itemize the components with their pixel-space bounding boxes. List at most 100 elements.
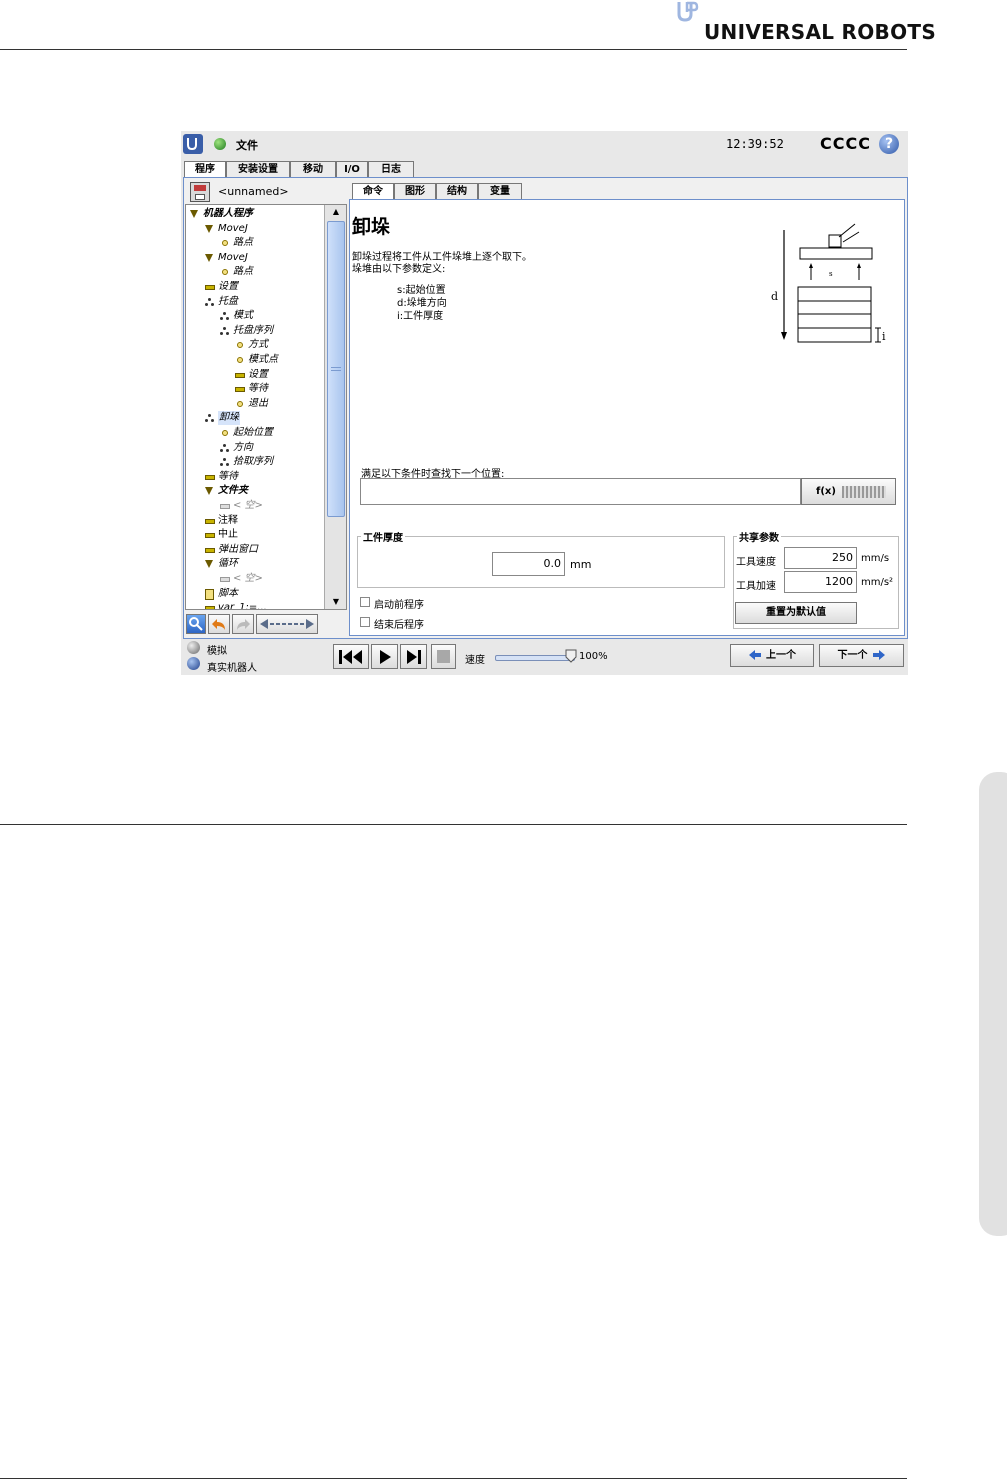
thickness-title: 工件厚度 — [361, 529, 405, 544]
tab-move[interactable]: 移动 — [290, 161, 336, 178]
speed-label: 速度 — [465, 655, 485, 666]
magnifier-icon — [189, 617, 203, 631]
tree-node-label: 等待 — [218, 470, 238, 482]
dash-icon — [220, 577, 230, 582]
shared-params-title: 共享参数 — [737, 529, 781, 544]
undo-button[interactable] — [208, 614, 230, 634]
chapter-side-tab — [979, 772, 1007, 1236]
tree-node-label: 设置 — [248, 368, 268, 380]
subtab-graphics[interactable]: 图形 — [394, 183, 436, 200]
expression-button[interactable]: f(x) — [801, 478, 896, 505]
tree-node[interactable]: 路点 — [186, 265, 324, 279]
stop-button[interactable] — [431, 644, 456, 669]
tree-node[interactable]: 卸垛 — [186, 411, 324, 426]
condition-input[interactable] — [360, 478, 801, 505]
tree-node[interactable]: 设置 — [186, 280, 324, 294]
tree-node[interactable]: 方式 — [186, 338, 324, 352]
tree-node[interactable]: 脚本 — [186, 587, 324, 601]
tab-program[interactable]: 程序 — [184, 161, 226, 178]
tree-node[interactable]: 等待 — [186, 382, 324, 396]
tree-node[interactable]: 文件夹 — [186, 484, 324, 498]
undo-arrow-icon — [212, 619, 225, 630]
subtab-command[interactable]: 命令 — [352, 183, 394, 200]
tree-node[interactable]: 起始位置 — [186, 426, 324, 440]
simulate-radio[interactable] — [187, 641, 200, 654]
tree-node[interactable]: 设置 — [186, 368, 324, 382]
tree-node[interactable]: 中止 — [186, 528, 324, 542]
subtab-structure[interactable]: 结构 — [436, 183, 478, 200]
reset-defaults-button[interactable]: 重置为默认值 — [735, 602, 857, 624]
file-menu[interactable]: 文件 — [236, 137, 258, 153]
step-button[interactable] — [400, 644, 427, 669]
tree-node[interactable]: 托盘 — [186, 295, 324, 309]
tree-scrollbar[interactable]: ▲ ▼ — [324, 205, 346, 609]
stop-icon — [437, 650, 450, 663]
play-button[interactable] — [371, 644, 398, 669]
scroll-up-icon[interactable]: ▲ — [325, 205, 346, 219]
destack-diagram — [781, 223, 881, 343]
tool-accel-input[interactable]: 1200 — [784, 571, 857, 593]
subtab-variables[interactable]: 变量 — [478, 183, 522, 200]
program-tree[interactable]: 机器人程序 MoveJ 路点 MoveJ 路点 设置 托盘 模式 托盘序列 方式 模式点 设置 等待 退出… — [185, 204, 347, 610]
tab-io[interactable]: I/O — [336, 161, 368, 178]
thickness-input[interactable]: 0.0 — [492, 552, 565, 576]
fx-label: f(x) — [816, 486, 836, 497]
tree-node[interactable]: 等待 — [186, 470, 324, 484]
save-icon[interactable] — [190, 182, 210, 202]
previous-button[interactable]: 上一个 — [730, 644, 814, 667]
tree-node[interactable]: 方向 — [186, 441, 324, 455]
tab-log[interactable]: 日志 — [368, 161, 414, 178]
after-end-checkbox[interactable] — [360, 617, 370, 627]
dash-icon — [205, 533, 215, 539]
robot-name: CCCC — [820, 134, 871, 153]
tree-node[interactable]: < 空> — [186, 572, 324, 586]
keyboard-icon — [842, 486, 886, 498]
waypoint-icon — [222, 240, 228, 247]
tree-node[interactable]: MoveJ — [186, 251, 324, 265]
tree-node[interactable]: 机器人程序 — [186, 207, 324, 221]
move-node-button[interactable] — [256, 614, 318, 634]
search-button[interactable] — [186, 614, 206, 634]
tree-node[interactable]: 拾取序列 — [186, 455, 324, 469]
redo-button[interactable] — [232, 614, 254, 634]
tree-node[interactable]: 模式 — [186, 309, 324, 323]
pallet-icon — [220, 443, 230, 452]
tree-node[interactable]: 循环 — [186, 557, 324, 571]
next-button[interactable]: 下一个 — [819, 644, 904, 667]
before-start-checkbox[interactable] — [360, 597, 370, 607]
ur-logo-icon — [183, 134, 203, 154]
tab-installation[interactable]: 安装设置 — [226, 161, 290, 178]
pallet-icon — [205, 297, 215, 306]
tree-node[interactable]: MoveJ — [186, 222, 324, 236]
tree-node-label: 设置 — [218, 281, 238, 292]
speed-slider[interactable] — [495, 655, 575, 661]
tree-node[interactable]: 托盘序列 — [186, 324, 324, 338]
tree-node[interactable]: 弹出窗口 — [186, 543, 324, 557]
tree-node[interactable]: 模式点 — [186, 353, 324, 367]
tree-node-label: 注释 — [218, 514, 238, 526]
slider-handle-icon — [565, 649, 577, 663]
real-robot-radio[interactable] — [187, 657, 200, 670]
tree-node-label: 脚本 — [218, 587, 238, 599]
tree-node-label: 拾取序列 — [233, 456, 273, 468]
dash-icon — [205, 518, 215, 524]
tree-node[interactable]: 注释 — [186, 514, 324, 528]
tool-speed-input[interactable]: 250 — [784, 547, 857, 569]
real-robot-label: 真实机器人 — [207, 663, 257, 674]
tree-node-label: 路点 — [233, 266, 253, 278]
clock: 12:39:52 — [726, 137, 784, 151]
tree-node[interactable]: var_1:=... — [186, 601, 324, 609]
thickness-unit: mm — [570, 558, 592, 571]
tool-speed-unit: mm/s — [861, 553, 890, 564]
dash-icon — [235, 372, 245, 378]
tool-accel-unit: mm/s² — [861, 577, 894, 588]
triangle-icon — [205, 253, 213, 262]
help-button[interactable]: ? — [879, 134, 899, 154]
scroll-down-icon[interactable]: ▼ — [325, 595, 346, 609]
tree-node[interactable]: 路点 — [186, 236, 324, 250]
rewind-button[interactable] — [333, 644, 369, 669]
speed-slider-handle[interactable] — [565, 649, 577, 663]
tree-node[interactable]: < 空> — [186, 499, 324, 513]
scroll-thumb[interactable] — [327, 221, 345, 517]
tree-node[interactable]: 退出 — [186, 397, 324, 411]
